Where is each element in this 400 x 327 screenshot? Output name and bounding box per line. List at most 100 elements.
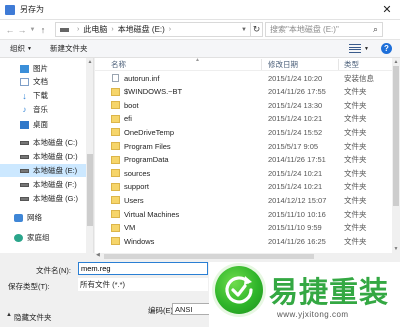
filename-field[interactable]	[78, 262, 208, 275]
nav-item[interactable]: 家庭组	[0, 231, 86, 244]
nav-item-label: 图片	[33, 64, 48, 73]
file-row[interactable]: Windows 2014/11/26 16:25 文件夹	[95, 235, 392, 247]
file-row[interactable]: Virtual Machines 2015/11/10 10:16 文件夹	[95, 208, 392, 220]
nav-item[interactable]: 本地磁盘 (F:)	[0, 178, 86, 191]
file-row[interactable]: boot 2015/1/24 13:30 文件夹	[95, 99, 392, 111]
folder-icon	[111, 142, 120, 150]
file-list-scrollbar-thumb[interactable]	[393, 66, 399, 206]
notepad-icon	[5, 4, 15, 15]
encoding-select[interactable]: ANSI	[172, 303, 212, 315]
chevron-down-icon[interactable]: ▼	[364, 46, 369, 52]
network-icon	[14, 213, 23, 222]
music-icon: ♪	[22, 105, 27, 114]
up-button[interactable]: ↑	[37, 22, 49, 38]
file-date: 2014/12/12 15:07	[268, 195, 327, 205]
chevron-left-icon[interactable]: ◀	[96, 252, 100, 258]
column-name[interactable]: 名称	[111, 59, 126, 70]
horizontal-scrollbar[interactable]: ◀	[0, 252, 400, 260]
column-header: ▲ 名称 修改日期 类型	[95, 58, 392, 71]
file-type: 安装信息	[344, 73, 374, 83]
drive-icon	[20, 154, 29, 159]
nav-item[interactable]: ♪ 音乐	[0, 103, 86, 116]
file-name: efi	[124, 114, 132, 124]
file-name: VM	[124, 223, 136, 233]
file-row[interactable]: OneDriveTemp 2015/1/24 15:52 文件夹	[95, 126, 392, 138]
file-row[interactable]: $WINDOWS.~BT 2014/11/26 17:55 文件夹	[95, 86, 392, 98]
chevron-right-icon: ›	[77, 26, 80, 33]
nav-scrollbar[interactable]: ▲	[86, 58, 93, 253]
file-name: Program Files	[124, 141, 171, 151]
brand-name: 易捷重装	[269, 275, 390, 309]
nav-scrollbar-thumb[interactable]	[87, 154, 93, 226]
breadcrumb-drive-e[interactable]: 本地磁盘 (E:)	[118, 24, 165, 35]
close-button[interactable]: ✕	[374, 0, 400, 20]
file-row[interactable]: sources 2015/1/24 10:21 文件夹	[95, 167, 392, 179]
file-type: 文件夹	[344, 141, 367, 151]
encoding-value: ANSI	[175, 304, 193, 314]
file-row[interactable]: Users 2014/12/12 15:07 文件夹	[95, 194, 392, 206]
file-name: sources	[124, 168, 151, 178]
hide-folders-button[interactable]: 隐藏文件夹	[14, 312, 52, 323]
folder-icon	[111, 128, 120, 137]
file-row[interactable]: efi 2015/1/24 10:21 文件夹	[95, 113, 392, 125]
file-row[interactable]: support 2015/1/24 10:21 文件夹	[95, 181, 392, 193]
nav-item-label: 桌面	[33, 120, 48, 129]
file-name: autorun.inf	[124, 73, 160, 83]
file-type: 文件夹	[344, 127, 367, 137]
file-date: 2014/11/26 17:51	[268, 155, 326, 165]
nav-item[interactable]: 网络	[0, 211, 86, 224]
nav-item[interactable]: 本地磁盘 (C:)	[0, 136, 86, 149]
horizontal-scrollbar-thumb[interactable]	[104, 254, 314, 259]
help-icon[interactable]: ?	[381, 43, 392, 54]
chevron-up-icon[interactable]: ▲	[392, 59, 400, 65]
search-placeholder: 搜索"本地磁盘 (E:)"	[270, 25, 339, 34]
file-list-scrollbar[interactable]: ▲ ▼	[392, 58, 400, 253]
breadcrumb[interactable]: › 此电脑 › 本地磁盘 (E:) › ▼	[55, 22, 251, 37]
nav-item-label: 本地磁盘 (G:)	[33, 194, 78, 203]
nav-item[interactable]: 桌面	[0, 118, 86, 131]
search-input[interactable]: 搜索"本地磁盘 (E:)" ⌕	[265, 22, 383, 37]
view-options-icon[interactable]	[349, 44, 362, 53]
chevron-up-icon[interactable]: ▲	[5, 311, 13, 319]
refresh-check-icon	[225, 276, 253, 304]
back-button[interactable]: ←	[4, 22, 16, 38]
nav-item[interactable]: 图片	[0, 62, 86, 75]
chevron-right-icon: ›	[111, 26, 114, 33]
nav-item-label: 网络	[27, 213, 42, 222]
recent-locations-button[interactable]: ▼	[28, 22, 37, 38]
file-name: Windows	[124, 236, 155, 246]
nav-item[interactable]: 本地磁盘 (D:)	[0, 150, 86, 163]
chevron-up-icon[interactable]: ▲	[86, 59, 93, 65]
breadcrumb-this-pc[interactable]: 此电脑	[83, 24, 107, 35]
file-date: 2015/1/24 10:21	[268, 182, 323, 192]
nav-item-label: 本地磁盘 (E:)	[33, 166, 78, 175]
file-type: 文件夹	[344, 182, 367, 192]
forward-button[interactable]: →	[16, 22, 28, 38]
refresh-button[interactable]: ↻	[251, 22, 263, 37]
file-type: 文件夹	[344, 223, 367, 233]
file-row[interactable]: ProgramData 2014/11/26 17:51 文件夹	[95, 154, 392, 166]
chevron-right-icon: ›	[168, 26, 172, 33]
file-row[interactable]: autorun.inf 2015/1/24 10:20 安装信息	[95, 72, 392, 84]
file-row[interactable]: Program Files 2015/5/17 9:05 文件夹	[95, 140, 392, 152]
file-row[interactable]: VM 2015/11/10 9:59 文件夹	[95, 222, 392, 234]
drive-icon	[60, 27, 69, 32]
file-date: 2015/1/24 13:30	[268, 100, 323, 110]
nav-item[interactable]: 本地磁盘 (E:)	[0, 164, 86, 177]
chevron-down-icon[interactable]: ▼	[238, 27, 250, 33]
new-folder-button[interactable]: 新建文件夹	[50, 43, 88, 54]
filetype-select[interactable]: 所有文件 (*.*)	[78, 278, 208, 291]
folder-icon	[111, 196, 120, 205]
chevron-down-icon[interactable]: ▼	[392, 246, 400, 252]
nav-item[interactable]: 文档	[0, 75, 86, 88]
nav-item[interactable]: 本地磁盘 (G:)	[0, 192, 86, 205]
column-type[interactable]: 类型	[344, 59, 359, 70]
file-name: support	[124, 182, 150, 192]
nav-item[interactable]: ↓ 下载	[0, 89, 86, 102]
column-date-modified[interactable]: 修改日期	[268, 59, 298, 70]
organize-button[interactable]: 组织 ▼	[10, 43, 32, 54]
file-name: boot	[124, 100, 139, 110]
brand-url: www.yjxitong.com	[277, 310, 349, 319]
nav-item-label: 家庭组	[27, 233, 50, 242]
drive-icon	[20, 168, 29, 173]
